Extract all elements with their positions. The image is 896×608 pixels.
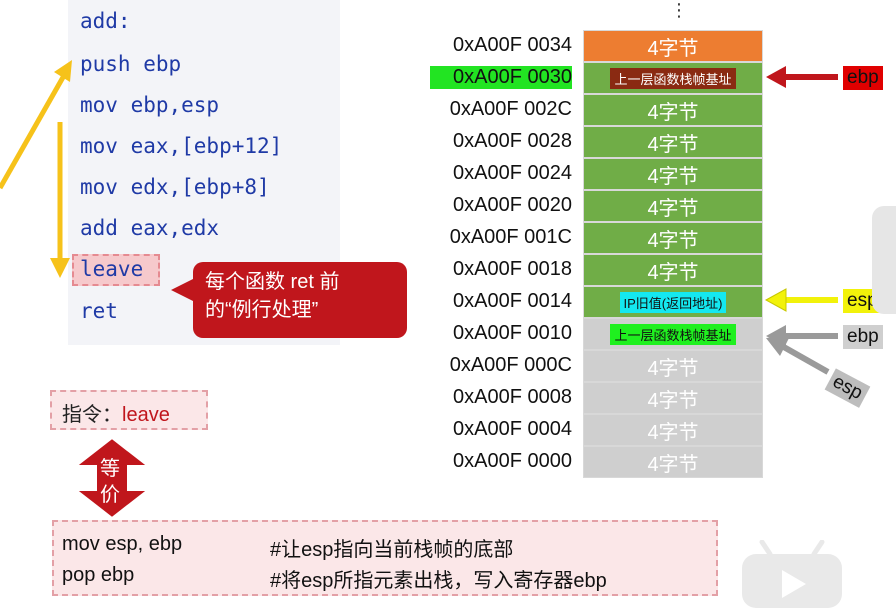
tv-logo-icon xyxy=(742,540,842,608)
esp-old-arrow-line xyxy=(780,343,830,375)
esp-new-arrow-head xyxy=(764,288,787,312)
side-scroll-tab[interactable] xyxy=(872,206,896,314)
ebp-new-label: ebp xyxy=(843,325,883,349)
pointer-arrows xyxy=(764,66,838,375)
ebp-old-label: ebp xyxy=(843,66,883,90)
ebp-old-arrow-head xyxy=(766,66,786,88)
